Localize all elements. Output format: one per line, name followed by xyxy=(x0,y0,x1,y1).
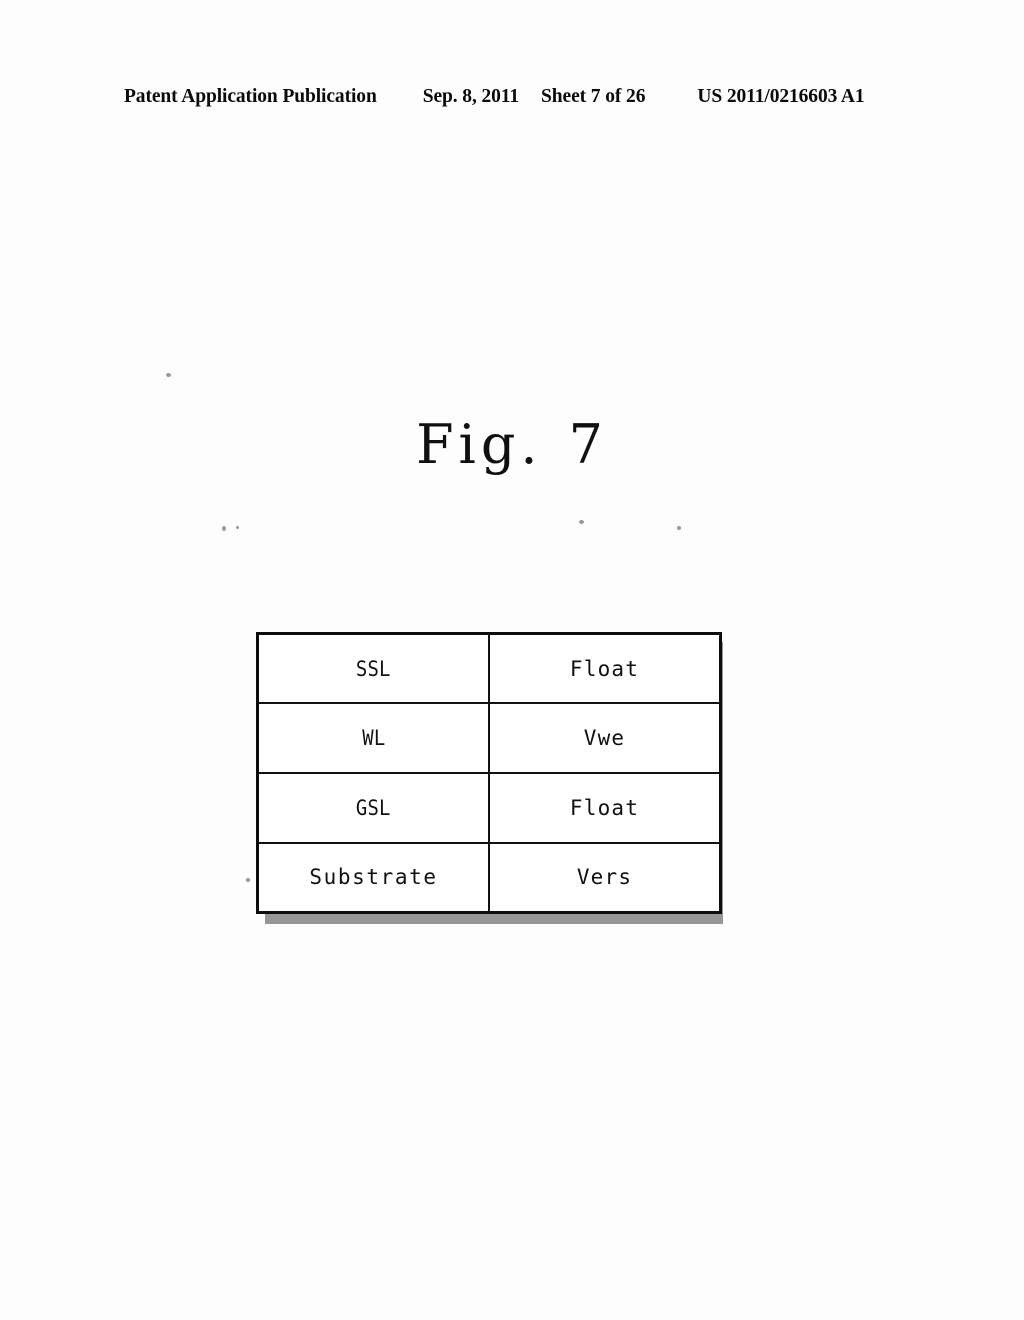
table-row: WL Vwe xyxy=(256,702,722,774)
sheet-number: Sheet 7 of 26 xyxy=(541,86,646,107)
publication-label: Patent Application Publication xyxy=(124,86,377,107)
figure-number: 7 xyxy=(568,413,608,476)
bias-condition-table-container: SSL Float WL Vwe GSL Float Substrate Ver… xyxy=(256,632,723,924)
table-body: SSL Float WL Vwe GSL Float Substrate Ver… xyxy=(256,632,722,914)
cell-value: Vwe xyxy=(488,702,722,774)
signal-label: GSL xyxy=(356,795,391,820)
figure-label: Fig. xyxy=(416,413,543,476)
cell-signal: Substrate xyxy=(256,841,490,914)
scan-speck xyxy=(579,520,584,524)
publication-header: Patent Application Publication Sep. 8, 2… xyxy=(124,86,900,108)
scan-speck xyxy=(236,526,239,529)
scan-speck xyxy=(677,526,681,530)
publication-number: US 2011/0216603 A1 xyxy=(697,86,865,107)
cell-value: Vers xyxy=(488,841,722,914)
figure-title: Fig. 7 xyxy=(0,413,1024,476)
publication-date: Sep. 8, 2011 xyxy=(422,86,520,107)
figure-sheet-page: Patent Application Publication Sep. 8, 2… xyxy=(0,0,1024,1320)
signal-label: SSL xyxy=(356,656,391,681)
cell-signal: WL xyxy=(256,702,490,774)
table-row: GSL Float xyxy=(256,772,722,844)
cell-signal: SSL xyxy=(256,632,490,705)
cell-value: Float xyxy=(488,772,722,844)
scan-speck xyxy=(246,878,250,882)
scan-speck xyxy=(166,373,171,377)
cell-value: Float xyxy=(488,632,722,705)
table-row: Substrate Vers xyxy=(256,841,722,914)
signal-label: Substrate xyxy=(309,865,438,890)
signal-label: WL xyxy=(361,726,386,751)
scan-speck xyxy=(222,526,226,531)
bias-condition-table: SSL Float WL Vwe GSL Float Substrate Ver… xyxy=(256,632,722,914)
cell-signal: GSL xyxy=(256,772,490,844)
table-row: SSL Float xyxy=(256,632,722,705)
